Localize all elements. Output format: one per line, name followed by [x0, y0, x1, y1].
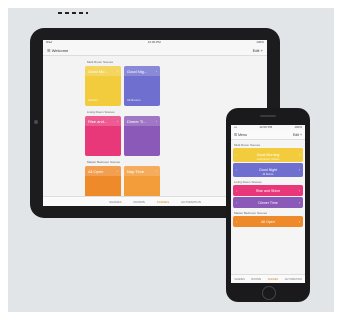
- tab-rooms[interactable]: ROOMS: [251, 278, 261, 281]
- scene-tile[interactable]: Good Mo... › Kitchen: [85, 66, 121, 106]
- tile-header: [124, 166, 160, 176]
- scene-row-label: Rise and Shine: [255, 188, 281, 193]
- phone-scene-list: Multi Room Scenes ◦ Good Morning › Living Ro…: [231, 143, 305, 227]
- scene-row-label: Dinner Time: [258, 200, 278, 205]
- tile-row: Rise and... › Dinner Ti... ›: [85, 116, 195, 156]
- chevron-right-icon: ›: [298, 153, 300, 157]
- tablet-edit-button[interactable]: Edit +: [253, 48, 263, 53]
- scene-row[interactable]: ◦ All Open ›: [233, 216, 303, 227]
- tablet-status-left: iPad: [46, 40, 53, 44]
- chevron-right-icon: ›: [156, 169, 157, 173]
- chevron-right-icon: ›: [117, 119, 118, 123]
- tile-header: [124, 66, 160, 76]
- tablet-nav-left-label: Welcome: [51, 47, 69, 53]
- phone-screen: ••• 12:00 PM 100% ☰ Menu Edit + Multi Ro…: [231, 125, 305, 283]
- section-title: Multi Room Scenes: [87, 60, 114, 64]
- chevron-right-icon: ›: [298, 200, 300, 205]
- tab-automation[interactable]: AUTOMATION: [181, 200, 201, 204]
- chevron-right-icon: ›: [298, 219, 300, 224]
- decorative-dots: [58, 12, 88, 14]
- scene-row-label: Good Night: [258, 168, 278, 172]
- section-title: Multi Room Scenes: [234, 143, 261, 147]
- chevron-right-icon: ›: [298, 188, 300, 193]
- chevron-right-icon: ›: [117, 169, 118, 173]
- scene-row[interactable]: ◦ Dinner Time ›: [233, 197, 303, 208]
- tab-shades[interactable]: SHADES: [234, 278, 245, 281]
- scene-tile[interactable]: Good Nig... › All Rooms: [124, 66, 160, 106]
- section-title: Master Bedroom Scenes: [234, 211, 268, 215]
- tile-header: [124, 116, 160, 126]
- tablet-nav-bar: ☰ Welcome Edit +: [43, 45, 267, 56]
- phone-status-left: •••: [234, 125, 238, 129]
- tile-header: [85, 66, 121, 76]
- scene-row[interactable]: ◦ Good Morning › Living Room, Kitchen: [233, 148, 303, 162]
- chevron-right-icon: ›: [156, 69, 157, 73]
- tablet-welcome-button[interactable]: ☰ Welcome: [47, 48, 68, 53]
- scene-row-label: All Open: [261, 219, 275, 224]
- scene-row-sublabel: All Rooms: [262, 173, 274, 176]
- phone-edit-button[interactable]: Edit +: [293, 133, 302, 137]
- phone-nav-right-label: Edit: [292, 132, 299, 137]
- home-button[interactable]: [262, 286, 276, 300]
- scene-tile-sublabel: All Rooms: [127, 98, 141, 102]
- scene-row[interactable]: ◦ Rise and Shine ›: [233, 185, 303, 196]
- tab-scenes[interactable]: SCENES: [157, 200, 169, 204]
- tablet-nav-right-label: Edit: [252, 47, 260, 53]
- tablet-status-time: 12:00 PM: [147, 40, 161, 44]
- scene-row-label: Good Morning: [256, 153, 280, 157]
- scene-tile[interactable]: Dinner Ti... ›: [124, 116, 160, 156]
- phone-device: ••• 12:00 PM 100% ☰ Menu Edit + Multi Ro…: [226, 108, 310, 302]
- chevron-right-icon: ›: [298, 168, 300, 172]
- tablet-status-battery: 100%: [256, 40, 264, 44]
- add-icon: +: [299, 132, 302, 137]
- scene-row-sublabel: Living Room, Kitchen: [256, 158, 280, 161]
- tab-shades[interactable]: SHADES: [109, 200, 121, 204]
- tab-rooms[interactable]: ROOMS: [133, 200, 144, 204]
- add-icon: +: [260, 47, 263, 53]
- section-title: Living Room Scenes: [234, 180, 262, 184]
- phone-status-battery: 100%: [294, 125, 302, 129]
- phone-status-time: 12:00 PM: [259, 125, 273, 129]
- scene-row[interactable]: ◦ Good Night › All Rooms: [233, 163, 303, 177]
- scene-tile-sublabel: Kitchen: [88, 98, 99, 102]
- tile-row: Good Mo... › Kitchen Good Nig... › All Rooms: [85, 66, 195, 106]
- tablet-scene-grid: Multi Room Scenes Good Mo... › Kitchen Good …: [85, 58, 195, 206]
- phone-nav-bar: ☰ Menu Edit +: [231, 130, 305, 140]
- tile-header: [85, 166, 121, 176]
- phone-menu-button[interactable]: ☰ Menu: [234, 133, 247, 137]
- phone-nav-left-label: Menu: [238, 132, 247, 137]
- section-title: Master Bedroom Scenes: [87, 160, 121, 164]
- phone-tab-bar: SHADES ROOMS SCENES AUTOMATION: [231, 274, 305, 283]
- phone-speaker: [260, 115, 276, 117]
- chevron-right-icon: ›: [117, 69, 118, 73]
- chevron-right-icon: ›: [156, 119, 157, 123]
- tile-header: [85, 116, 121, 126]
- section-title: Living Room Scenes: [87, 110, 115, 114]
- tab-scenes[interactable]: SCENES: [268, 278, 279, 281]
- tablet-camera: [34, 120, 38, 124]
- tab-automation[interactable]: AUTOMATION: [285, 278, 302, 281]
- scene-tile[interactable]: Rise and... ›: [85, 116, 121, 156]
